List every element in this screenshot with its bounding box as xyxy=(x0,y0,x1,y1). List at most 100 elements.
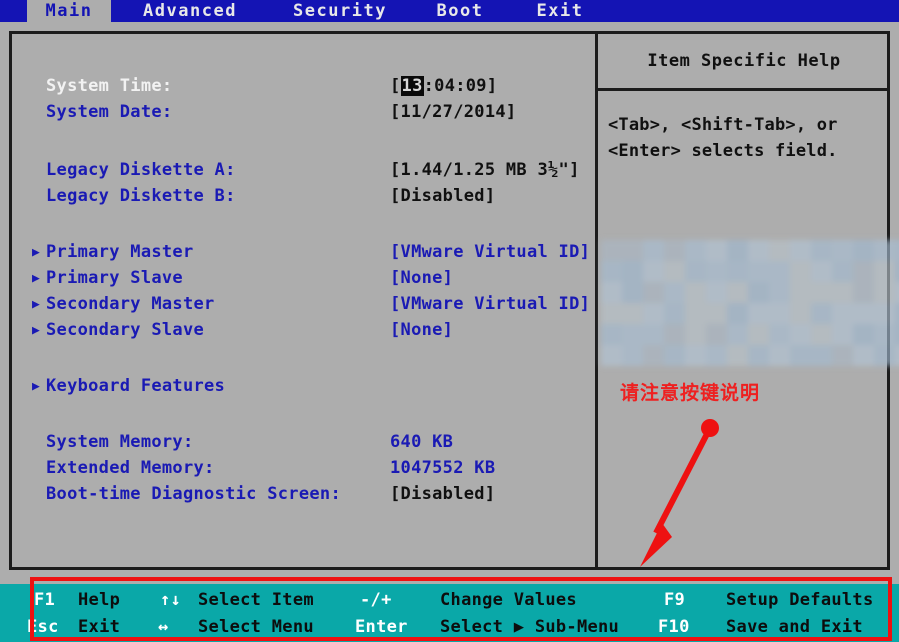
mosaic-block xyxy=(685,303,706,324)
setting-value[interactable]: [13:04:09] xyxy=(390,74,497,99)
mosaic-block xyxy=(832,282,853,303)
submenu-triangle-icon: ▶ xyxy=(32,318,40,343)
mosaic-block xyxy=(853,303,874,324)
setting-row-legacy-diskette-a[interactable]: Legacy Diskette A: [1.44/1.25 MB 3½"] xyxy=(12,158,595,183)
mosaic-block xyxy=(874,261,895,282)
key-minusplus[interactable]: -/+ xyxy=(360,587,392,614)
annotation-label: 请注意按键说明 xyxy=(620,378,760,405)
tab-advanced[interactable]: Advanced xyxy=(124,0,256,22)
key-leftright-desc: Select Menu xyxy=(198,614,314,641)
key-updown-desc: Select Item xyxy=(198,587,314,614)
key-f10-desc: Save and Exit xyxy=(726,614,863,641)
submenu-triangle-icon: ▶ xyxy=(32,292,40,317)
setting-label: Secondary Master xyxy=(46,292,215,317)
setting-value[interactable]: [None] xyxy=(390,266,453,291)
mosaic-block xyxy=(853,345,874,366)
mosaic-block xyxy=(811,324,832,345)
tab-exit[interactable]: Exit xyxy=(524,0,596,22)
panel-divider xyxy=(595,31,598,570)
setting-label: Legacy Diskette B: xyxy=(46,184,236,209)
mosaic-block xyxy=(685,345,706,366)
mosaic-block xyxy=(811,282,832,303)
mosaic-block xyxy=(853,261,874,282)
setting-value[interactable]: [11/27/2014] xyxy=(390,100,516,125)
mosaic-block xyxy=(769,324,790,345)
mosaic-block xyxy=(832,345,853,366)
setting-label: System Time: xyxy=(46,74,172,99)
mosaic-block xyxy=(622,324,643,345)
mosaic-block xyxy=(622,240,643,261)
mosaic-block xyxy=(748,261,769,282)
mosaic-block xyxy=(853,240,874,261)
mosaic-block xyxy=(727,282,748,303)
mosaic-block xyxy=(895,261,899,282)
mosaic-block xyxy=(706,261,727,282)
mosaic-block xyxy=(685,240,706,261)
mosaic-block xyxy=(790,261,811,282)
setting-value[interactable]: [VMware Virtual ID] xyxy=(390,240,590,265)
mosaic-block xyxy=(832,240,853,261)
setting-row-primary-master[interactable]: ▶ Primary Master [VMware Virtual ID] xyxy=(12,240,595,265)
value-rest: :04:09] xyxy=(424,76,498,96)
key-esc-desc: Exit xyxy=(78,614,120,641)
key-f1[interactable]: F1 xyxy=(34,587,55,614)
setting-row-primary-slave[interactable]: ▶ Primary Slave [None] xyxy=(12,266,595,291)
time-hour-cursor[interactable]: 13 xyxy=(401,76,424,96)
key-esc[interactable]: Esc xyxy=(27,614,59,641)
mosaic-block xyxy=(895,282,899,303)
mosaic-block xyxy=(601,324,622,345)
mosaic-block xyxy=(622,345,643,366)
mosaic-block xyxy=(811,303,832,324)
settings-list: System Time: [13:04:09] System Date: [11… xyxy=(12,34,595,567)
tab-security[interactable]: Security xyxy=(280,0,400,22)
mosaic-block xyxy=(643,324,664,345)
mosaic-block xyxy=(727,303,748,324)
setting-row-system-date[interactable]: System Date: [11/27/2014] xyxy=(12,100,595,125)
mosaic-block xyxy=(601,240,622,261)
setting-row-legacy-diskette-b[interactable]: Legacy Diskette B: [Disabled] xyxy=(12,184,595,209)
mosaic-block xyxy=(643,345,664,366)
submenu-triangle-icon: ▶ xyxy=(32,240,40,265)
setting-label: Boot-time Diagnostic Screen: xyxy=(46,482,341,507)
setting-row-secondary-slave[interactable]: ▶ Secondary Slave [None] xyxy=(12,318,595,343)
mosaic-block xyxy=(853,324,874,345)
mosaic-block xyxy=(832,303,853,324)
mosaic-block xyxy=(727,240,748,261)
setting-row-secondary-master[interactable]: ▶ Secondary Master [VMware Virtual ID] xyxy=(12,292,595,317)
key-minusplus-desc: Change Values xyxy=(440,587,577,614)
tab-boot[interactable]: Boot xyxy=(424,0,496,22)
tab-main[interactable]: Main xyxy=(27,0,111,22)
setting-value[interactable]: [1.44/1.25 MB 3½"] xyxy=(390,158,580,183)
help-panel-body: <Tab>, <Shift-Tab>, or <Enter> selects f… xyxy=(608,112,893,164)
setting-value[interactable]: [Disabled] xyxy=(390,482,495,507)
setting-row-extended-memory: Extended Memory: 1047552 KB xyxy=(12,456,595,481)
setting-value: 640 KB xyxy=(390,430,453,455)
setting-row-keyboard-features[interactable]: ▶ Keyboard Features xyxy=(12,374,595,399)
mosaic-block xyxy=(622,282,643,303)
key-f9[interactable]: F9 xyxy=(664,587,685,614)
mosaic-block xyxy=(790,345,811,366)
setting-value[interactable]: [VMware Virtual ID] xyxy=(390,292,590,317)
mosaic-block xyxy=(643,261,664,282)
help-line: <Enter> selects field. xyxy=(608,138,893,164)
mosaic-block xyxy=(622,261,643,282)
tabbar-underline xyxy=(0,22,899,30)
mosaic-block xyxy=(769,261,790,282)
setting-value[interactable]: [None] xyxy=(390,318,453,343)
mosaic-block xyxy=(664,240,685,261)
function-key-bar: F1 Help ↑↓ Select Item -/+ Change Values… xyxy=(0,584,899,642)
mosaic-block xyxy=(643,240,664,261)
setting-row-boot-time-diagnostic-screen[interactable]: Boot-time Diagnostic Screen: [Disabled] xyxy=(12,482,595,507)
key-leftright[interactable]: ↔ xyxy=(158,614,169,641)
mosaic-block xyxy=(895,303,899,324)
mosaic-block xyxy=(643,303,664,324)
key-updown[interactable]: ↑↓ xyxy=(160,587,181,614)
mosaic-block xyxy=(727,324,748,345)
key-enter[interactable]: Enter xyxy=(355,614,408,641)
help-panel-title: Item Specific Help xyxy=(601,34,887,88)
setting-row-system-time[interactable]: System Time: [13:04:09] xyxy=(12,74,595,99)
setting-value[interactable]: [Disabled] xyxy=(390,184,495,209)
key-f10[interactable]: F10 xyxy=(658,614,690,641)
mosaic-block xyxy=(790,240,811,261)
mosaic-block xyxy=(685,324,706,345)
